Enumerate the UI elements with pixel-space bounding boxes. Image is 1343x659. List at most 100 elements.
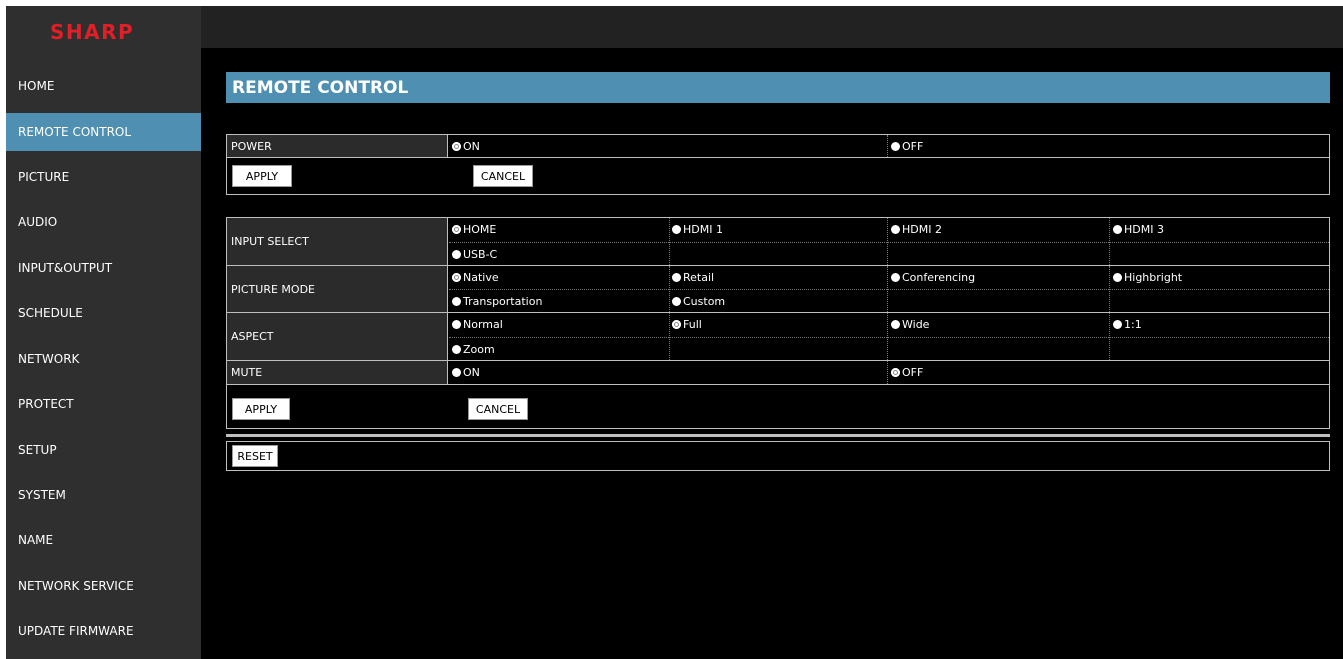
input-hdmi3-option[interactable]: HDMI 3 bbox=[1110, 218, 1164, 240]
option-label: OFF bbox=[902, 365, 924, 379]
power-panel: POWER ON OFF APPLY CANCEL bbox=[226, 134, 1330, 195]
power-on-option[interactable]: ON bbox=[449, 135, 480, 157]
input-usbc-option[interactable]: USB-C bbox=[449, 243, 497, 265]
aspect-zoom-option[interactable]: Zoom bbox=[449, 338, 495, 360]
option-label: Retail bbox=[683, 270, 715, 284]
radio-icon[interactable] bbox=[452, 367, 461, 377]
sidebar-item-setup[interactable]: SETUP bbox=[6, 431, 201, 469]
option-label: Transportation bbox=[463, 294, 543, 308]
radio-selected-icon[interactable] bbox=[452, 141, 461, 151]
mute-off-option[interactable]: OFF bbox=[888, 361, 923, 383]
picture-mode-row: PICTURE MODE Native Retail Conferencing bbox=[227, 266, 1329, 313]
radio-icon[interactable] bbox=[672, 224, 681, 234]
option-label: HDMI 3 bbox=[1124, 222, 1164, 236]
row-divider bbox=[449, 337, 1329, 338]
picture-highbright-option[interactable]: Highbright bbox=[1110, 266, 1182, 288]
power-off-label: OFF bbox=[902, 139, 924, 153]
top-bar bbox=[201, 6, 1343, 48]
option-label: Normal bbox=[463, 317, 503, 331]
browser-page: SHARP HOME REMOTE CONTROL PICTURE AUDIO … bbox=[6, 6, 1343, 659]
sidebar-item-picture[interactable]: PICTURE bbox=[6, 158, 201, 196]
input-hdmi2-option[interactable]: HDMI 2 bbox=[888, 218, 942, 240]
mute-label: MUTE bbox=[227, 361, 448, 384]
aspect-row: ASPECT Normal Full Wide 1:1 Zoom bbox=[227, 313, 1329, 361]
radio-icon[interactable] bbox=[452, 344, 461, 354]
power-off-option[interactable]: OFF bbox=[888, 135, 923, 157]
radio-selected-icon[interactable] bbox=[452, 272, 461, 282]
aspect-1to1-option[interactable]: 1:1 bbox=[1110, 313, 1142, 335]
sidebar-item-system[interactable]: SYSTEM bbox=[6, 476, 201, 514]
radio-icon[interactable] bbox=[672, 296, 681, 306]
sidebar-item-input-output[interactable]: INPUT&OUTPUT bbox=[6, 249, 201, 287]
option-label: Conferencing bbox=[902, 270, 976, 284]
mute-row: MUTE ON OFF bbox=[227, 361, 1329, 385]
radio-selected-icon[interactable] bbox=[891, 367, 900, 377]
divider bbox=[226, 434, 1330, 437]
sidebar-item-network-service[interactable]: NETWORK SERVICE bbox=[6, 567, 201, 605]
radio-icon[interactable] bbox=[891, 141, 900, 151]
input-select-label: INPUT SELECT bbox=[227, 218, 448, 265]
aspect-label: ASPECT bbox=[227, 313, 448, 360]
sidebar-item-protect[interactable]: PROTECT bbox=[6, 385, 201, 423]
radio-selected-icon[interactable] bbox=[452, 224, 461, 234]
option-label: HDMI 1 bbox=[683, 222, 723, 236]
radio-icon[interactable] bbox=[1113, 319, 1122, 329]
power-label: POWER bbox=[227, 135, 448, 157]
radio-icon[interactable] bbox=[891, 224, 900, 234]
radio-selected-icon[interactable] bbox=[672, 319, 681, 329]
sidebar-item-remote-control[interactable]: REMOTE CONTROL bbox=[6, 113, 201, 151]
picture-mode-label: PICTURE MODE bbox=[227, 266, 448, 312]
sidebar-item-network[interactable]: NETWORK bbox=[6, 340, 201, 378]
radio-icon[interactable] bbox=[452, 319, 461, 329]
sidebar-item-name[interactable]: NAME bbox=[6, 521, 201, 559]
power-on-label: ON bbox=[463, 139, 480, 153]
power-cancel-button[interactable]: CANCEL bbox=[473, 165, 533, 187]
input-select-row: INPUT SELECT HOME HDMI 1 HDMI 2 HDMI 3 U… bbox=[227, 218, 1329, 266]
radio-icon[interactable] bbox=[891, 272, 900, 282]
radio-icon[interactable] bbox=[452, 249, 461, 259]
settings-cancel-button[interactable]: CANCEL bbox=[468, 398, 528, 420]
input-home-option[interactable]: HOME bbox=[449, 218, 496, 240]
row-divider bbox=[449, 242, 1329, 243]
option-label: USB-C bbox=[463, 247, 498, 261]
aspect-normal-option[interactable]: Normal bbox=[449, 313, 503, 335]
option-label: Custom bbox=[683, 294, 726, 308]
mute-on-option[interactable]: ON bbox=[449, 361, 480, 383]
option-label: ON bbox=[463, 365, 480, 379]
aspect-wide-option[interactable]: Wide bbox=[888, 313, 929, 335]
picture-transportation-option[interactable]: Transportation bbox=[449, 290, 542, 312]
aspect-full-option[interactable]: Full bbox=[669, 313, 702, 335]
page-title: REMOTE CONTROL bbox=[226, 72, 1330, 103]
picture-retail-option[interactable]: Retail bbox=[669, 266, 714, 288]
power-row: POWER ON OFF bbox=[227, 135, 1329, 158]
option-label: HOME bbox=[463, 222, 497, 236]
row-divider bbox=[449, 289, 1329, 290]
sidebar-item-home[interactable]: HOME bbox=[6, 67, 201, 105]
sharp-logo: SHARP bbox=[50, 20, 135, 44]
option-label: Highbright bbox=[1124, 270, 1183, 284]
sidebar-item-schedule[interactable]: SCHEDULE bbox=[6, 294, 201, 332]
picture-custom-option[interactable]: Custom bbox=[669, 290, 725, 312]
radio-icon[interactable] bbox=[1113, 224, 1122, 234]
radio-icon[interactable] bbox=[452, 296, 461, 306]
sidebar: SHARP HOME REMOTE CONTROL PICTURE AUDIO … bbox=[6, 6, 201, 659]
option-label: 1:1 bbox=[1124, 317, 1142, 331]
picture-native-option[interactable]: Native bbox=[449, 266, 499, 288]
radio-icon[interactable] bbox=[672, 272, 681, 282]
input-hdmi1-option[interactable]: HDMI 1 bbox=[669, 218, 723, 240]
reset-panel: RESET bbox=[226, 441, 1330, 471]
option-label: Full bbox=[683, 317, 702, 331]
sidebar-item-update-firmware[interactable]: UPDATE FIRMWARE bbox=[6, 612, 201, 650]
option-label: Wide bbox=[902, 317, 930, 331]
radio-icon[interactable] bbox=[1113, 272, 1122, 282]
settings-apply-button[interactable]: APPLY bbox=[232, 398, 290, 420]
option-label: Zoom bbox=[463, 342, 495, 356]
power-apply-button[interactable]: APPLY bbox=[232, 165, 292, 187]
reset-button[interactable]: RESET bbox=[232, 445, 278, 467]
picture-conferencing-option[interactable]: Conferencing bbox=[888, 266, 975, 288]
radio-icon[interactable] bbox=[891, 319, 900, 329]
sidebar-item-audio[interactable]: AUDIO bbox=[6, 203, 201, 241]
option-label: HDMI 2 bbox=[902, 222, 942, 236]
settings-panel: INPUT SELECT HOME HDMI 1 HDMI 2 HDMI 3 U… bbox=[226, 217, 1330, 429]
option-label: Native bbox=[463, 270, 499, 284]
